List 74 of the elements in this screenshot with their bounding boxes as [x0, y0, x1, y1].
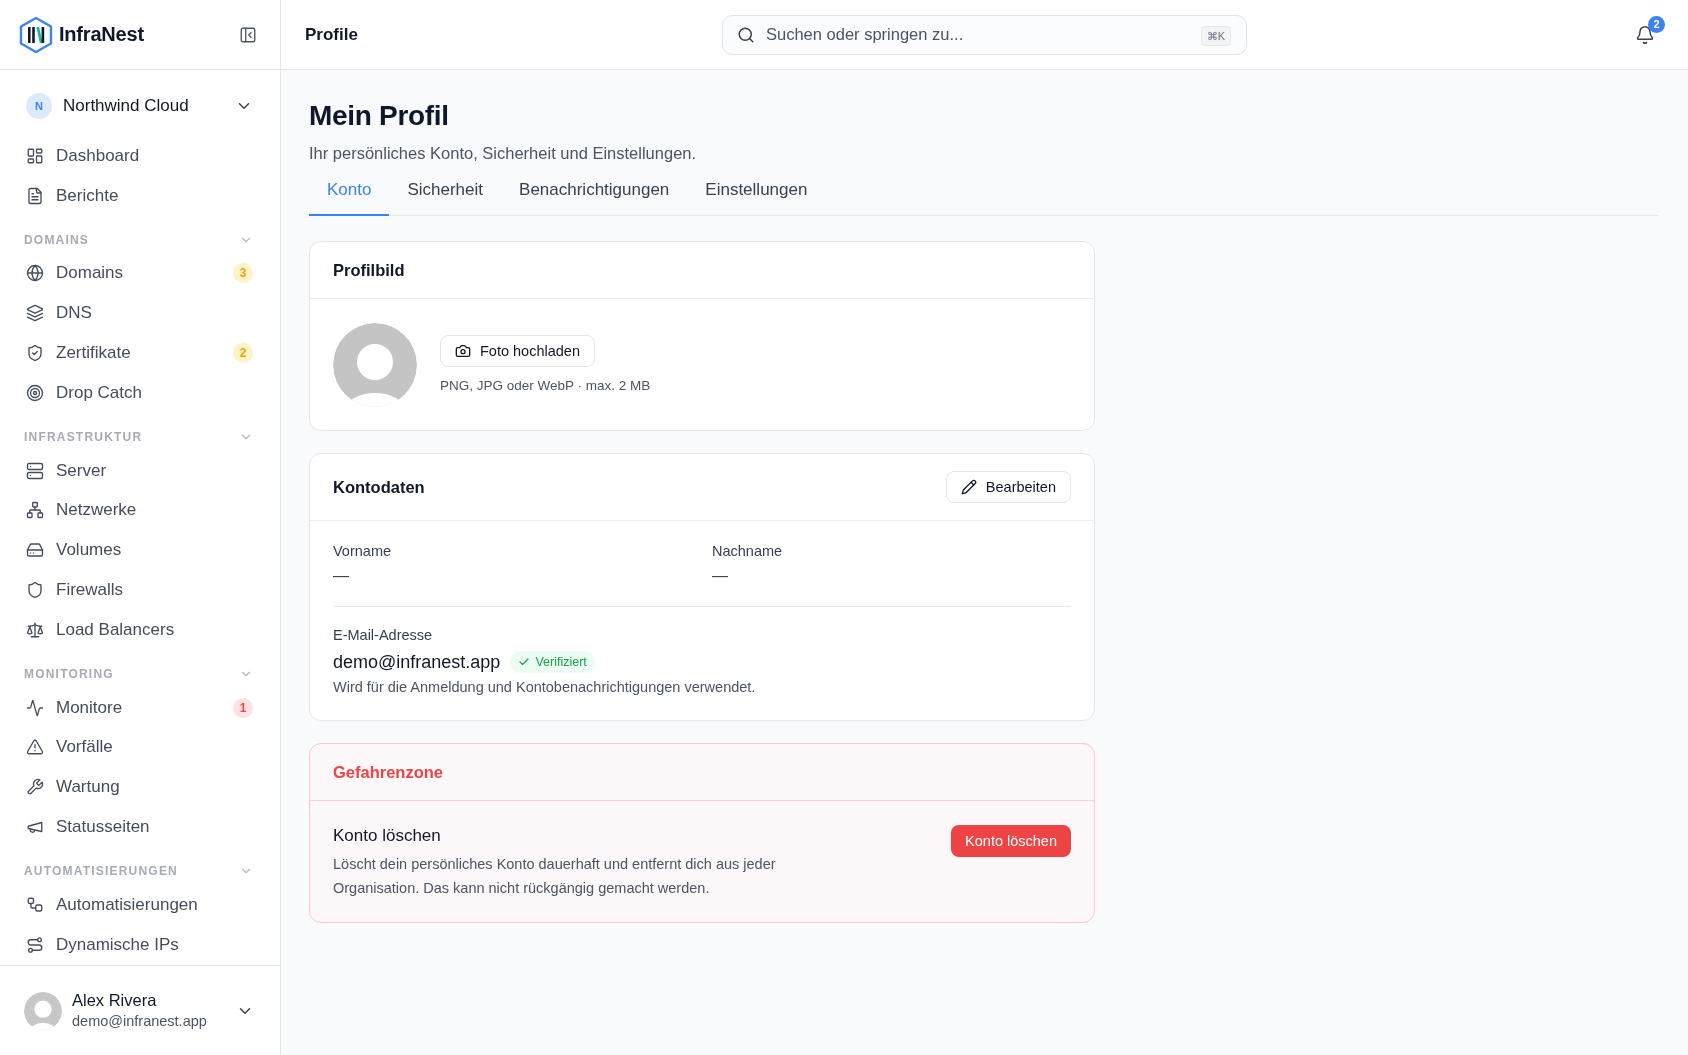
route-icon — [26, 935, 44, 954]
nav-item[interactable]: Drop Catch — [24, 373, 253, 413]
action-description: Löscht dein persönliches Konto dauerhaft und entfernt dich aus jeder Organisation. Das kann nicht rückgängig gemacht werden. — [333, 855, 777, 898]
scale-icon — [26, 620, 44, 639]
upload-photo-button[interactable]: Foto hochladen — [440, 335, 595, 367]
pulse-icon — [26, 698, 44, 717]
danger-zone-title: Gefahrenzone — [333, 762, 444, 782]
nav-item[interactable]: Server — [24, 450, 253, 491]
delete-account-button[interactable]: Konto löschen — [951, 825, 1071, 857]
target-icon — [26, 383, 44, 402]
email-address: demo@infranest.app — [333, 651, 501, 673]
field-note: Wird für die Anmeldung und Kontobenachrichtigungen verwendet. — [333, 678, 756, 697]
top-bar-title: Profile — [305, 24, 358, 45]
page-subtitle: Ihr persönliches Konto, Sicherheit und Einstellungen. — [309, 143, 698, 164]
nav-item[interactable]: Zertifikate 2 — [24, 333, 253, 373]
edit-button[interactable]: Bearbeiten — [945, 471, 1071, 503]
user-avatar-icon — [24, 991, 62, 1030]
network-icon — [26, 501, 44, 520]
field-label: Vorname — [333, 542, 392, 561]
nav-item[interactable]: Load Balancers — [24, 609, 253, 650]
field-value: — — [712, 566, 728, 586]
wrench-icon — [26, 778, 44, 797]
notification-bell-icon[interactable] — [1635, 24, 1655, 45]
nav-item[interactable]: Statusseiten — [24, 807, 253, 847]
workflow-icon — [26, 895, 44, 914]
nav-item[interactable]: Dynamische IPs — [24, 924, 253, 965]
nav-item[interactable]: DNS — [24, 293, 253, 334]
nav-item[interactable]: Vorfälle — [24, 727, 253, 768]
field-value: — — [333, 566, 349, 586]
tab[interactable]: Einstellungen — [687, 172, 826, 216]
upload-hint: PNG, JPG oder WebP · max. 2 MB — [440, 377, 651, 395]
tab[interactable]: Sicherheit — [389, 172, 502, 216]
layers-icon — [26, 304, 44, 323]
nav-item[interactable]: Monitore 1 — [24, 687, 253, 728]
count-badge: 3 — [233, 263, 253, 284]
field-label: E-Mail-Adresse — [333, 626, 433, 645]
verified-label: Verifiziert — [535, 655, 587, 669]
card-title: Kontodaten — [333, 477, 425, 497]
field-label: Nachname — [712, 542, 783, 561]
nav-item[interactable]: Automatisierungen — [24, 884, 253, 925]
warning-icon — [26, 738, 44, 757]
user-email: demo@infranest.app — [72, 1012, 207, 1031]
shield-icon — [26, 581, 44, 600]
shield-check-icon — [26, 344, 44, 363]
nav-item[interactable]: Netzwerke — [24, 490, 253, 531]
server-icon — [26, 461, 44, 480]
nav-item[interactable]: Firewalls — [24, 570, 253, 610]
tab[interactable]: Benachrichtigungen — [501, 172, 688, 216]
globe-icon — [26, 264, 44, 283]
grid-icon — [26, 146, 44, 165]
workspace-name[interactable]: Northwind Cloud — [63, 96, 189, 116]
nav-item[interactable]: Wartung — [24, 767, 253, 808]
search-icon — [737, 25, 755, 44]
count-badge: 2 — [233, 343, 253, 364]
page-heading: Mein Profil — [309, 99, 450, 133]
card-title: Profilbild — [333, 260, 405, 280]
logo-icon — [18, 15, 54, 54]
nav-item[interactable]: Berichte — [24, 175, 253, 216]
sidebar-toggle-icon[interactable] — [239, 25, 257, 44]
tab[interactable]: Konto — [309, 172, 390, 216]
camera-icon — [455, 343, 471, 359]
action-title: Konto löschen — [333, 825, 441, 847]
nav-item[interactable]: Dashboard — [24, 136, 253, 176]
check-icon — [518, 656, 531, 668]
nav-item[interactable]: Domains 3 — [24, 253, 253, 294]
workspace-avatar: N — [26, 93, 52, 119]
notification-count: 2 — [1648, 15, 1665, 33]
drive-icon — [26, 541, 44, 560]
document-icon — [26, 186, 44, 205]
pencil-icon — [960, 479, 977, 495]
user-name: Alex Rivera — [72, 990, 158, 1010]
nav-item[interactable]: Volumes — [24, 530, 253, 571]
count-badge: 1 — [233, 697, 253, 718]
brand-name: InfraNest — [59, 23, 144, 46]
